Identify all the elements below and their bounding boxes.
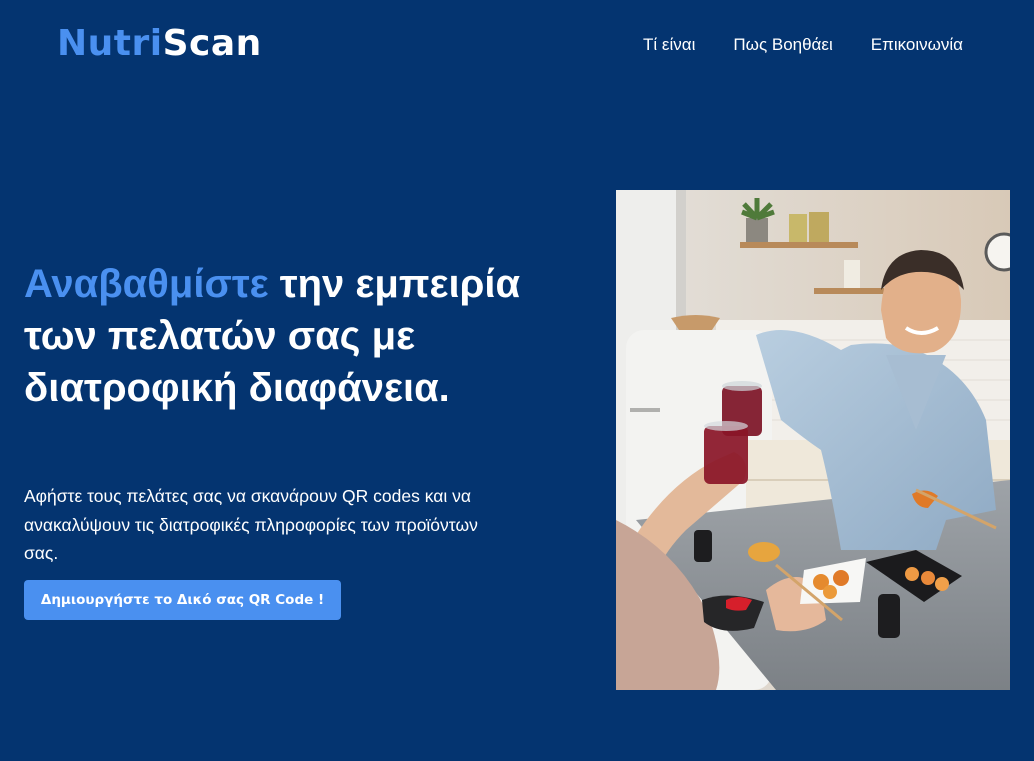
brand-logo-part1: Nutri (57, 23, 163, 64)
hero-subtitle: Αφήστε τους πελάτες σας να σκανάρουν QR … (24, 486, 478, 563)
site-header: NutriScan Τί είναι Πως Βοηθάει Επικοινων… (0, 0, 1034, 90)
hero-title-accent: Αναβαθμίστε (24, 262, 269, 306)
main-nav: Τί είναι Πως Βοηθάει Επικοινωνία (643, 34, 963, 56)
nav-link-what-is[interactable]: Τί είναι (643, 34, 695, 56)
hero-photo-illustration (616, 190, 1010, 690)
nav-link-contact[interactable]: Επικοινωνία (871, 34, 963, 56)
nav-link-how-it-helps[interactable]: Πως Βοηθάει (733, 34, 832, 56)
brand-logo-part2: Scan (162, 23, 262, 64)
hero-image (616, 190, 1010, 690)
create-qr-code-button[interactable]: Δημιουργήστε το Δικό σας QR Code ! (24, 580, 341, 620)
brand-logo[interactable]: NutriScan (57, 20, 262, 68)
hero-title: Αναβαθμίστε την εμπειρία των πελατών σας… (24, 258, 544, 414)
